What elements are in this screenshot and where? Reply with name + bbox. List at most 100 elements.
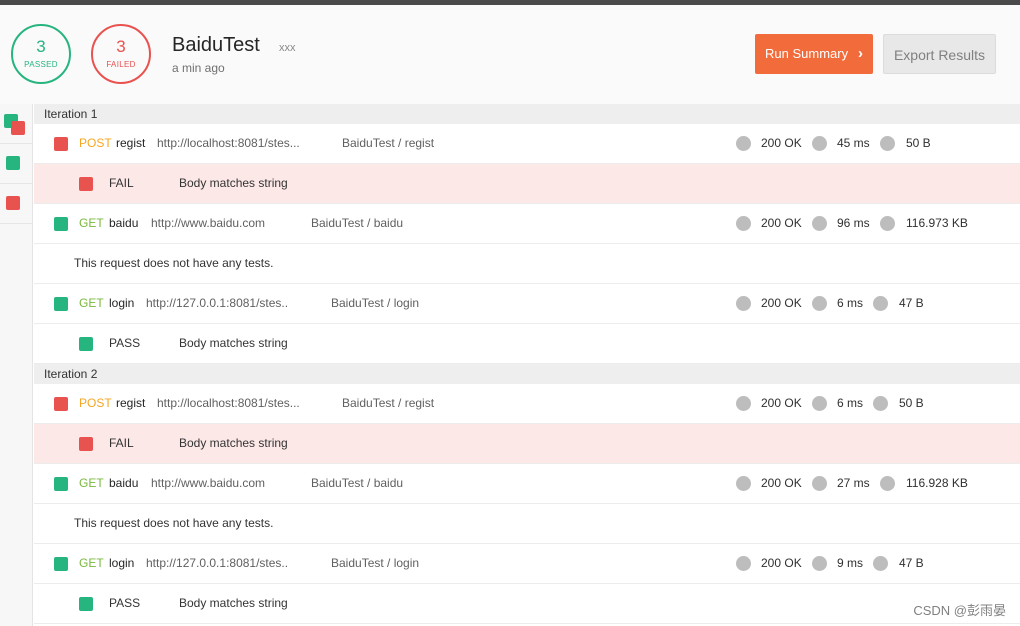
- request-name[interactable]: baidu: [109, 476, 138, 490]
- chevron-right-icon: ›: [858, 45, 863, 62]
- status-code: 200 OK: [761, 396, 802, 410]
- request-method: POST: [79, 396, 112, 410]
- filter-failed[interactable]: [0, 184, 33, 224]
- request-status-icon: [54, 477, 68, 491]
- request-name[interactable]: login: [109, 556, 134, 570]
- environment-name: xxx: [279, 42, 296, 54]
- test-row: FAIL Body matches string: [34, 424, 1020, 464]
- request-status-icon: [54, 217, 68, 231]
- request-status-icon: [54, 397, 68, 411]
- passed-filter-icon: [6, 156, 20, 170]
- request-path: BaiduTest / regist: [342, 396, 435, 410]
- test-result-icon: [79, 337, 93, 351]
- test-name: Body matches string: [179, 336, 288, 350]
- test-name: Body matches string: [179, 436, 288, 450]
- response-time-icon: [812, 396, 827, 411]
- request-name[interactable]: login: [109, 296, 134, 310]
- test-result: FAIL: [109, 176, 134, 190]
- collection-name: BaiduTest: [172, 34, 260, 56]
- export-results-button[interactable]: Export Results: [883, 34, 996, 74]
- passed-label: PASSED: [24, 60, 58, 69]
- no-tests-message: This request does not have any tests.: [74, 516, 274, 530]
- iteration-header: Iteration 2: [34, 364, 1020, 384]
- response-size: 116.973 KB: [906, 216, 968, 230]
- request-row[interactable]: GET baidu http://www.baidu.com BaiduTest / …: [34, 464, 1020, 504]
- request-url: http://www.baidu.com: [151, 216, 266, 230]
- request-method: GET: [79, 296, 104, 310]
- status-code-icon: [736, 556, 751, 571]
- response-size: 47 B: [899, 296, 924, 310]
- request-row[interactable]: GET login http://127.0.0.1:8081/stes.. Baid…: [34, 544, 1020, 584]
- request-url: http://localhost:8081/stes...: [157, 136, 300, 150]
- request-url: http://www.baidu.com: [151, 476, 266, 490]
- request-row[interactable]: POST regist http://localhost:8081/stes... B…: [34, 384, 1020, 424]
- no-tests-row: This request does not have any tests.: [34, 244, 1020, 284]
- response-time-icon: [812, 556, 827, 571]
- response-size-icon: [873, 396, 888, 411]
- response-size-icon: [873, 296, 888, 311]
- response-time: 27 ms: [837, 476, 870, 490]
- iteration-header: Iteration 1: [34, 104, 1020, 124]
- response-size: 47 B: [899, 556, 924, 570]
- failed-count: 3: [116, 37, 126, 56]
- filter-all[interactable]: [0, 104, 33, 144]
- status-code-icon: [736, 136, 751, 151]
- request-url: http://127.0.0.1:8081/stes..: [146, 556, 289, 570]
- watermark: CSDN @彭雨晏: [913, 603, 1006, 618]
- status-code: 200 OK: [761, 136, 802, 150]
- failed-label: FAILED: [106, 60, 136, 69]
- response-time: 6 ms: [837, 296, 864, 310]
- request-method: GET: [79, 556, 104, 570]
- response-size: 50 B: [906, 136, 931, 150]
- request-path: BaiduTest / login: [331, 556, 420, 570]
- status-code: 200 OK: [761, 476, 802, 490]
- filter-passed[interactable]: [0, 144, 33, 184]
- request-row[interactable]: GET login http://127.0.0.1:8081/stes.. Baid…: [34, 284, 1020, 324]
- response-size-icon: [880, 136, 895, 151]
- test-name: Body matches string: [179, 596, 288, 610]
- request-name[interactable]: regist: [116, 136, 145, 150]
- response-time-icon: [812, 216, 827, 231]
- run-header: 3 PASSED 3 FAILED BaiduTest xxx a min ag…: [0, 5, 1020, 104]
- test-result: PASS: [109, 596, 141, 610]
- request-filter-rail: [0, 104, 33, 626]
- response-time-icon: [812, 296, 827, 311]
- failed-filter-icon: [6, 196, 20, 210]
- test-result-icon: [79, 177, 93, 191]
- request-method: GET: [79, 476, 104, 490]
- response-size-icon: [880, 216, 895, 231]
- test-result-icon: [79, 597, 93, 611]
- test-result: PASS: [109, 336, 141, 350]
- response-time: 96 ms: [837, 216, 870, 230]
- response-size-icon: [873, 556, 888, 571]
- response-time-icon: [812, 136, 827, 151]
- test-result-icon: [79, 437, 93, 451]
- all-status-red-icon: [11, 121, 25, 135]
- status-code-icon: [736, 396, 751, 411]
- request-row[interactable]: GET baidu http://www.baidu.com BaiduTest / …: [34, 204, 1020, 244]
- response-size: 50 B: [899, 396, 924, 410]
- request-row[interactable]: POST regist http://localhost:8081/stes... B…: [34, 124, 1020, 164]
- status-code: 200 OK: [761, 296, 802, 310]
- request-status-icon: [54, 557, 68, 571]
- request-method: GET: [79, 216, 104, 230]
- status-code-icon: [736, 476, 751, 491]
- no-tests-row: This request does not have any tests.: [34, 504, 1020, 544]
- no-tests-message: This request does not have any tests.: [74, 256, 274, 270]
- results-list: Iteration 1 POST regist http://localhost:80…: [34, 104, 1020, 624]
- run-summary-button[interactable]: Run Summary ›: [755, 34, 873, 74]
- run-summary-label: Run Summary: [765, 46, 849, 61]
- request-name[interactable]: baidu: [109, 216, 138, 230]
- response-time: 6 ms: [837, 396, 864, 410]
- request-name[interactable]: regist: [116, 396, 145, 410]
- status-code: 200 OK: [761, 216, 802, 230]
- status-code-icon: [736, 296, 751, 311]
- request-status-icon: [54, 297, 68, 311]
- failed-counter: 3 FAILED: [91, 24, 151, 84]
- request-status-icon: [54, 137, 68, 151]
- passed-counter: 3 PASSED: [11, 24, 71, 84]
- test-name: Body matches string: [179, 176, 288, 190]
- test-result: FAIL: [109, 436, 134, 450]
- test-row: FAIL Body matches string: [34, 164, 1020, 204]
- response-time-icon: [812, 476, 827, 491]
